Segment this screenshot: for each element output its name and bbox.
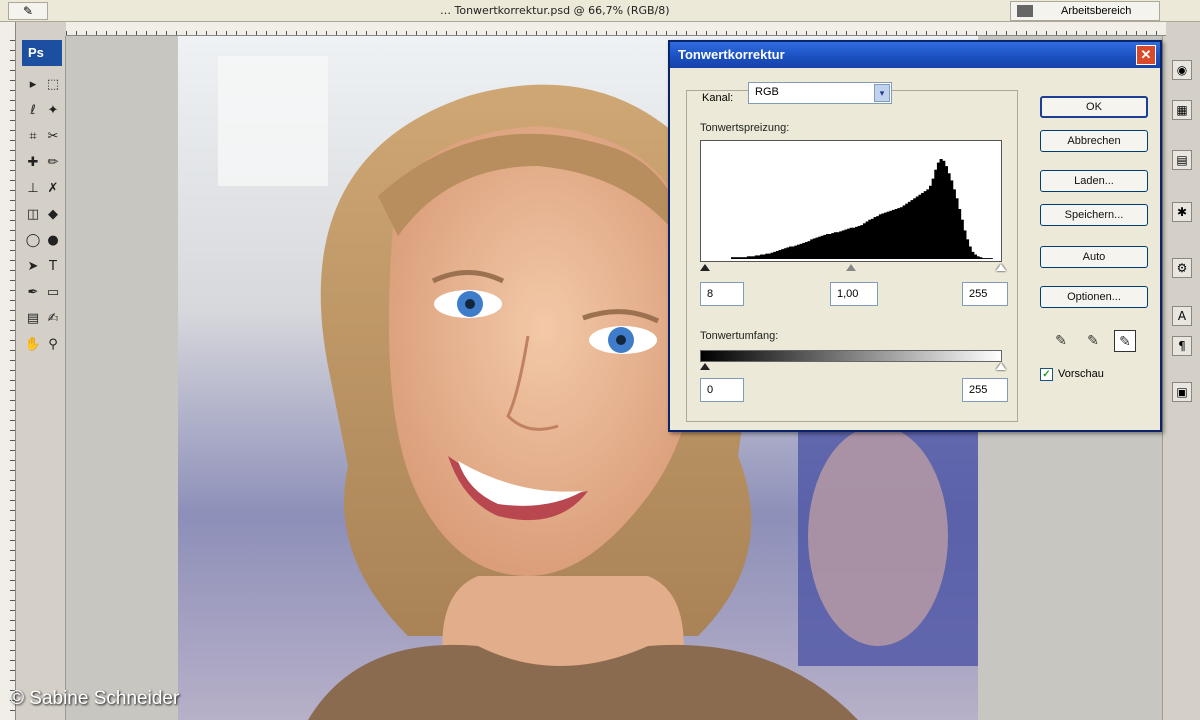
dialog-titlebar[interactable]: Tonwertkorrektur ✕ [670, 42, 1160, 68]
info-icon[interactable]: ▤ [1172, 150, 1192, 170]
input-white-slider[interactable] [996, 264, 1006, 271]
channel-label: Kanal: [702, 92, 734, 104]
marquee-icon[interactable]: ⬚ [44, 76, 62, 94]
input-black-slider[interactable] [700, 264, 710, 271]
options-button[interactable]: Optionen... [1040, 286, 1148, 308]
dialog-title: Tonwertkorrektur [678, 47, 785, 62]
output-white-field[interactable]: 255 [962, 378, 1008, 402]
output-gradient-bar [700, 350, 1002, 362]
blur-icon[interactable]: ◯ [24, 232, 42, 250]
eyedropper-icon[interactable]: ✍ [44, 310, 62, 328]
auto-button[interactable]: Auto [1040, 246, 1148, 268]
channel-dropdown[interactable]: RGB ▾ [748, 82, 892, 104]
lasso-icon[interactable]: ℓ [24, 102, 42, 120]
workspace-button[interactable]: Arbeitsbereich [1010, 1, 1160, 21]
layer-comps-icon[interactable]: ▣ [1172, 382, 1192, 402]
histogram-bar [989, 258, 993, 259]
move-icon[interactable]: ▸ [24, 76, 42, 94]
brush-icon[interactable]: ✏ [44, 154, 62, 172]
input-white-field[interactable]: 255 [962, 282, 1008, 306]
crop-icon[interactable]: ⌗ [24, 128, 42, 146]
shape-icon[interactable]: ▭ [44, 284, 62, 302]
input-levels-label: Tonwertspreizung: [700, 122, 790, 134]
cancel-button[interactable]: Abbrechen [1040, 130, 1148, 152]
path-selection-icon[interactable]: ➤ [24, 258, 42, 276]
paint-bucket-icon[interactable]: ◆ [44, 206, 62, 224]
horizontal-ruler [66, 22, 1166, 36]
current-tool-icon[interactable]: ✎ [8, 2, 48, 20]
vertical-ruler-ticks [10, 40, 15, 720]
navigator-icon[interactable]: ◉ [1172, 60, 1192, 80]
load-button[interactable]: Laden... [1040, 170, 1148, 192]
chevron-down-icon[interactable]: ▾ [874, 84, 890, 102]
paragraph-icon[interactable]: ¶ [1172, 336, 1192, 356]
histogram-palette-icon[interactable]: ▦ [1172, 100, 1192, 120]
output-levels-label: Tonwertumfang: [700, 330, 779, 342]
history-brush-icon[interactable]: ✗ [44, 180, 62, 198]
clone-stamp-icon[interactable]: ⊥ [24, 180, 42, 198]
workspace-label: Arbeitsbereich [1061, 5, 1132, 17]
vertical-ruler [0, 0, 16, 720]
eraser-icon[interactable]: ◫ [24, 206, 42, 224]
ok-button[interactable]: OK [1040, 96, 1148, 118]
options-bar: ✎ … Tonwertkorrektur.psd @ 66,7% (RGB/8)… [0, 0, 1200, 22]
input-black-field[interactable]: 8 [700, 282, 744, 306]
input-gamma-slider[interactable] [846, 264, 856, 271]
preview-checkbox[interactable]: ✓ [1040, 368, 1053, 381]
close-icon[interactable]: ✕ [1136, 45, 1156, 65]
document-title: … Tonwertkorrektur.psd @ 66,7% (RGB/8) [440, 4, 670, 17]
output-white-slider[interactable] [996, 363, 1006, 370]
black-eyedropper-icon[interactable]: ✎ [1050, 330, 1072, 352]
preview-label: Vorschau [1058, 368, 1104, 380]
output-black-field[interactable]: 0 [700, 378, 744, 402]
hand-icon[interactable]: ✋ [24, 336, 42, 354]
magic-wand-icon[interactable]: ✦ [44, 102, 62, 120]
workspace-icon [1017, 5, 1033, 17]
photoshop-logo[interactable]: Ps [22, 40, 62, 66]
toolbox: Ps ▸ ⬚ ℓ ✦ ⌗ ✂ ✚ ✏ ⊥ ✗ ◫ ◆ ◯ ● ➤ T ✒ ▭ ▤ ✍ ✋ ⚲ [20, 36, 66, 720]
pen-icon[interactable]: ✒ [24, 284, 42, 302]
character-icon[interactable]: A [1172, 306, 1192, 326]
white-eyedropper-icon[interactable]: ✎ [1114, 330, 1136, 352]
slice-icon[interactable]: ✂ [44, 128, 62, 146]
levels-dialog: Tonwertkorrektur ✕ Kanal: RGB ▾ Tonwerts… [668, 40, 1162, 432]
brushes-icon[interactable]: ✱ [1172, 202, 1192, 222]
zoom-icon[interactable]: ⚲ [44, 336, 62, 354]
save-button[interactable]: Speichern... [1040, 204, 1148, 226]
histogram [700, 140, 1002, 262]
palette-dock: ◉ ▦ ▤ ✱ ⚙ A ¶ ▣ [1162, 36, 1200, 720]
output-black-slider[interactable] [700, 363, 710, 370]
histogram-graph [731, 159, 993, 259]
input-gamma-field[interactable]: 1,00 [830, 282, 878, 306]
photo-credit: © Sabine Schneider [10, 688, 180, 709]
notes-icon[interactable]: ▤ [24, 310, 42, 328]
type-icon[interactable]: T [44, 258, 62, 276]
dodge-icon[interactable]: ● [44, 232, 62, 250]
channel-value: RGB [755, 86, 779, 98]
tool-presets-icon[interactable]: ⚙ [1172, 258, 1192, 278]
healing-brush-icon[interactable]: ✚ [24, 154, 42, 172]
gray-eyedropper-icon[interactable]: ✎ [1082, 330, 1104, 352]
